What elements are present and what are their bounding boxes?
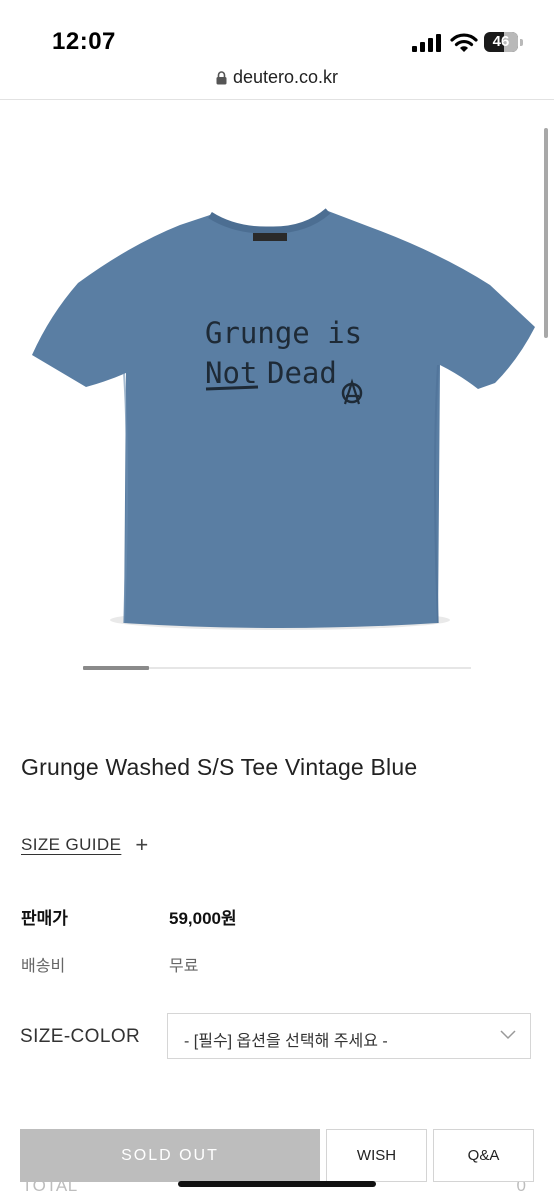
url-text: deutero.co.kr (232, 67, 339, 87)
price-value: 59,000원 (169, 909, 237, 928)
print-line2-part2: Dead (267, 356, 337, 390)
shirt-label (253, 233, 287, 241)
shipping-label: 배송비 (21, 958, 66, 975)
cellular-signal-icon (412, 34, 441, 52)
lock-icon (216, 70, 227, 84)
shipping-value: 무료 (169, 958, 199, 975)
battery-icon: 46 (484, 32, 524, 54)
print-line1: Grunge is (205, 316, 362, 350)
gallery-progress-thumb[interactable] (83, 666, 149, 670)
shirt-body (32, 211, 535, 628)
option-label: SIZE-COLOR (20, 1026, 141, 1047)
product-image[interactable]: Grunge is Not Dead (20, 205, 540, 635)
status-bar: 12:07 46 (0, 0, 554, 64)
shipping-row: 배송비 무료 (21, 952, 198, 976)
chevron-down-icon (500, 1030, 516, 1040)
home-indicator[interactable] (178, 1181, 376, 1187)
sold-out-button[interactable]: SOLD OUT (20, 1129, 320, 1182)
size-guide-label[interactable]: SIZE GUIDE (21, 835, 121, 855)
select-placeholder: - [필수] 옵션을 선택해 주세요 - (184, 1033, 388, 1050)
battery-level: 46 (492, 33, 510, 50)
price-label: 판매가 (21, 909, 68, 928)
price-row: 판매가 59,000원 (21, 904, 237, 929)
qna-button[interactable]: Q&A (433, 1129, 534, 1182)
wish-button[interactable]: WISH (326, 1129, 427, 1182)
address-bar[interactable]: deutero.co.kr (0, 64, 554, 98)
page-scrollbar[interactable] (544, 128, 548, 338)
size-color-select[interactable]: - [필수] 옵션을 선택해 주세요 - (167, 1013, 531, 1059)
wifi-icon (450, 33, 478, 52)
product-title: Grunge Washed S/S Tee Vintage Blue (21, 754, 418, 780)
print-line2-part1: Not (205, 356, 257, 390)
size-guide-toggle[interactable]: SIZE GUIDE + (21, 834, 148, 856)
status-time: 12:07 (52, 28, 116, 55)
plus-icon[interactable]: + (135, 834, 148, 856)
